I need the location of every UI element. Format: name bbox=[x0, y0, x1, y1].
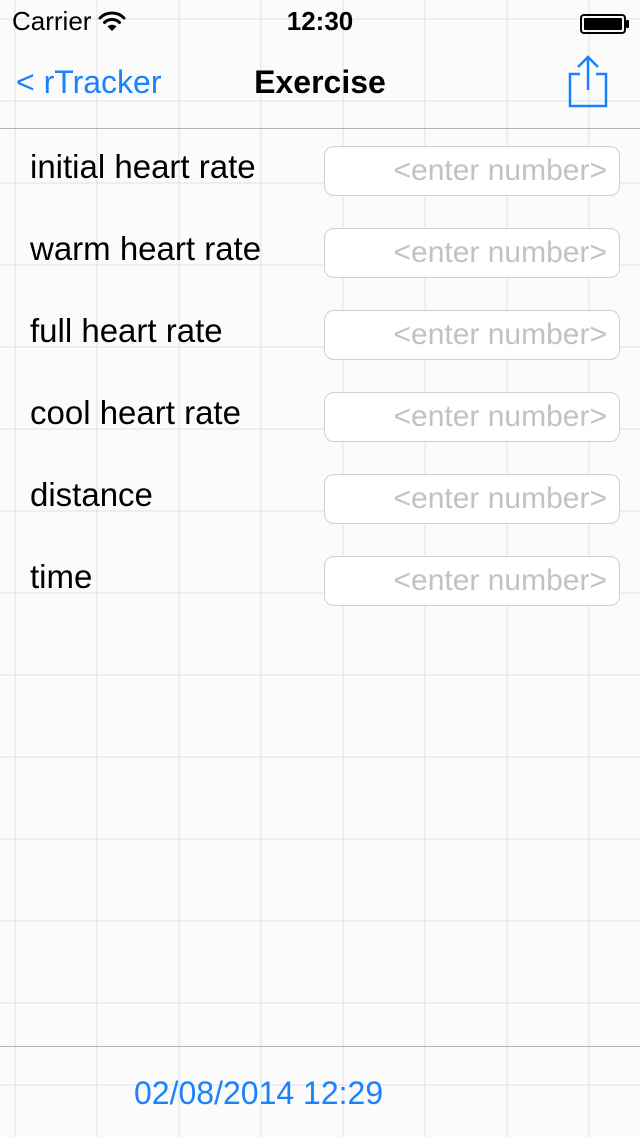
initial-heart-rate-input[interactable] bbox=[324, 146, 620, 196]
cool-heart-rate-input[interactable] bbox=[324, 392, 620, 442]
full-heart-rate-input[interactable] bbox=[324, 310, 620, 360]
status-bar: Carrier 12:30 bbox=[0, 0, 640, 40]
bottom-toolbar: 02/08/2014 12:29 bbox=[0, 1046, 640, 1137]
field-row-warm-heart-rate: warm heart rate bbox=[0, 210, 640, 292]
distance-input[interactable] bbox=[324, 474, 620, 524]
page-title: Exercise bbox=[254, 64, 386, 100]
share-button[interactable] bbox=[566, 54, 610, 110]
field-label: initial heart rate bbox=[30, 148, 256, 185]
navigation-bar: < rTracker Exercise bbox=[0, 40, 640, 129]
date-button[interactable]: 02/08/2014 12:29 bbox=[134, 1075, 383, 1112]
field-row-time: time bbox=[0, 538, 640, 620]
battery-icon bbox=[580, 10, 630, 34]
field-row-distance: distance bbox=[0, 456, 640, 538]
warm-heart-rate-input[interactable] bbox=[324, 228, 620, 278]
time-input[interactable] bbox=[324, 556, 620, 606]
field-label: cool heart rate bbox=[30, 394, 241, 431]
field-label: full heart rate bbox=[30, 312, 223, 349]
field-list: initial heart rate warm heart rate full … bbox=[0, 128, 640, 620]
field-label: distance bbox=[30, 476, 153, 513]
field-row-cool-heart-rate: cool heart rate bbox=[0, 374, 640, 456]
field-label: time bbox=[30, 558, 93, 595]
field-row-full-heart-rate: full heart rate bbox=[0, 292, 640, 374]
field-row-initial-heart-rate: initial heart rate bbox=[0, 128, 640, 210]
status-time: 12:30 bbox=[286, 6, 354, 36]
field-label: warm heart rate bbox=[30, 230, 262, 267]
share-icon bbox=[568, 55, 608, 108]
